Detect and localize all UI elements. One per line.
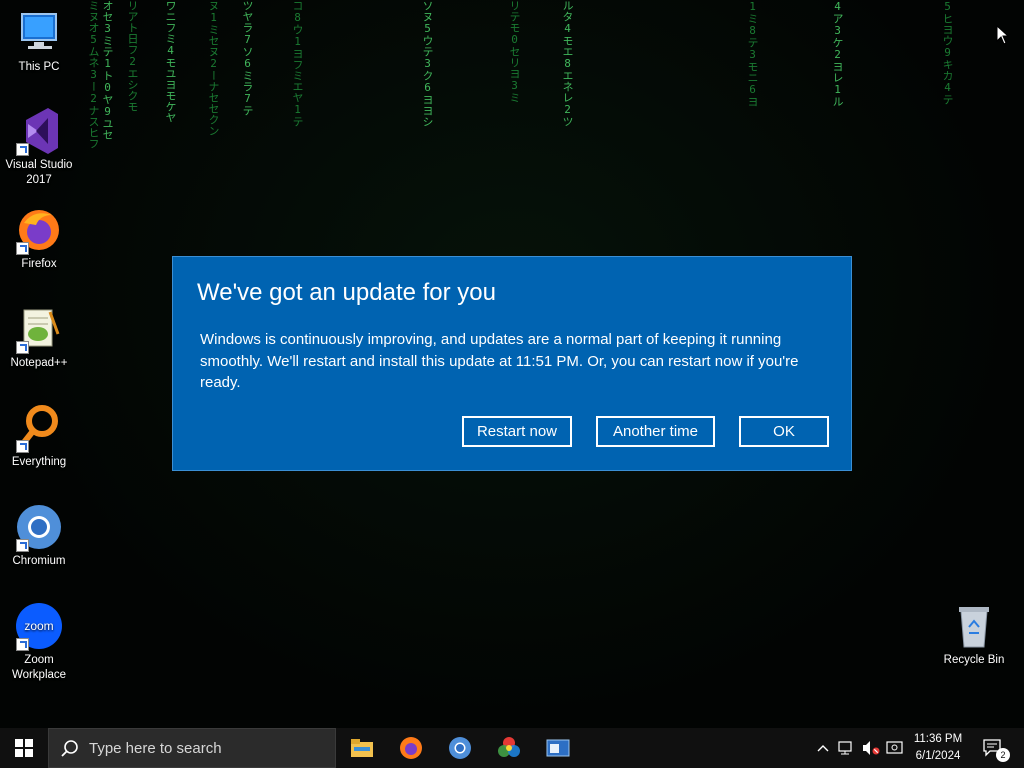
desktop: ミヌオ5ムネ3ー2ナスヒフ オセ3ミテ1ト0ヤ9ユセ リアト日フ2エシクモ ワニ…: [0, 0, 1024, 728]
network-status[interactable]: [836, 728, 858, 768]
shortcut-arrow-icon: [16, 440, 29, 453]
show-hidden-icons-button[interactable]: [814, 728, 832, 768]
desktop-icon-zoom[interactable]: zoom Zoom Workplace: [1, 601, 77, 683]
search-placeholder: Type here to search: [89, 740, 222, 757]
firefox-icon: [400, 737, 422, 759]
desktop-icon-this-pc[interactable]: This PC: [1, 8, 77, 75]
clock-date: 6/1/2024: [915, 750, 961, 762]
update-dialog: We've got an update for you Windows is c…: [172, 256, 852, 471]
tray-app[interactable]: [884, 728, 906, 768]
desktop-icon-label: Visual Studio 2017: [5, 159, 73, 186]
system-clock[interactable]: 11:36 PM 6/1/2024: [906, 731, 970, 765]
matrix-column: 1ミ8テ3モニ6ヨ: [746, 0, 759, 107]
desktop-icon-label: Chromium: [12, 555, 66, 567]
chevron-up-icon: [817, 745, 829, 752]
matrix-column: 4ア3ケ2ヨレ1ル: [831, 0, 844, 107]
shortcut-arrow-icon: [16, 242, 29, 255]
color-wheel-icon: [498, 737, 520, 757]
volume-muted-icon: [863, 741, 880, 755]
zoom-logo-text: zoom: [24, 619, 53, 633]
restart-now-button[interactable]: Restart now: [462, 416, 572, 447]
notification-badge: 2: [996, 748, 1010, 762]
taskbar-file-explorer[interactable]: [338, 728, 386, 768]
matrix-column: ワニフミ4モユヨモケヤ: [164, 0, 177, 123]
desktop-icon-everything[interactable]: Everything: [1, 403, 77, 470]
window-app-icon: [546, 739, 570, 757]
notepad-plus-plus-icon: [14, 304, 64, 354]
matrix-column: ヌ1ミセヌ2ーナセセクン: [207, 0, 220, 136]
dialog-title: We've got an update for you: [197, 279, 497, 306]
visual-studio-icon: [14, 106, 64, 156]
another-time-button[interactable]: Another time: [596, 416, 715, 447]
taskbar-chromium[interactable]: [436, 728, 484, 768]
matrix-column: リテモ0セリヨ3ミ: [508, 0, 521, 103]
ok-button[interactable]: OK: [739, 416, 829, 447]
matrix-column: ミヌオ5ムネ3ー2ナスヒフ: [87, 0, 100, 149]
taskbar: Type here to search 11:36 PM 6/1/2024 2: [0, 728, 1024, 768]
desktop-icon-label: Everything: [11, 456, 67, 468]
volume-status[interactable]: [860, 728, 882, 768]
chromium-icon: [449, 737, 471, 759]
shortcut-arrow-icon: [16, 539, 29, 552]
matrix-column: コ8ウ1ヨフミエヤ1テ: [291, 0, 304, 127]
desktop-icon-label: Firefox: [21, 258, 57, 270]
desktop-icon-visual-studio[interactable]: Visual Studio 2017: [1, 106, 77, 188]
mouse-cursor-icon: [996, 24, 1010, 49]
matrix-column: ソヌ5ウテ3ク6ヨヨシ: [421, 0, 434, 127]
shortcut-arrow-icon: [16, 638, 29, 651]
desktop-icon-label: Recycle Bin: [943, 654, 1005, 666]
start-button[interactable]: [0, 728, 48, 768]
everything-search-icon: [14, 403, 64, 453]
computer-icon: [14, 8, 64, 58]
firefox-icon: [14, 205, 64, 255]
matrix-column: ツヤラ7ソ6ミラ7テ: [241, 0, 254, 116]
network-icon: [838, 741, 852, 755]
desktop-icon-recycle-bin[interactable]: Recycle Bin: [936, 601, 1012, 668]
desktop-icon-label: This PC: [18, 61, 60, 73]
file-explorer-icon: [351, 739, 373, 757]
search-icon: [61, 740, 79, 762]
matrix-column: ルタ4モエ8エネレ2ツ: [561, 0, 574, 127]
taskbar-color-app[interactable]: [485, 728, 533, 768]
chromium-icon: [14, 502, 64, 552]
clock-time: 11:36 PM: [913, 733, 963, 745]
desktop-icon-label: Notepad++: [10, 357, 68, 369]
shortcut-arrow-icon: [16, 341, 29, 354]
desktop-icon-firefox[interactable]: Firefox: [1, 205, 77, 272]
desktop-icon-notepad-plus-plus[interactable]: Notepad++: [1, 304, 77, 371]
taskbar-search-box[interactable]: Type here to search: [48, 728, 336, 768]
desktop-icon-chromium[interactable]: Chromium: [1, 502, 77, 569]
dialog-message: Windows is continuously improving, and u…: [200, 331, 799, 391]
taskbar-window-app[interactable]: [534, 728, 582, 768]
matrix-column: リアト日フ2エシクモ: [126, 0, 139, 112]
shortcut-arrow-icon: [16, 143, 29, 156]
windows-logo-icon: [15, 739, 33, 757]
recycle-bin-icon: [949, 601, 999, 651]
matrix-column: オセ3ミテ1ト0ヤ9ユセ: [101, 0, 114, 140]
action-center-button[interactable]: 2: [978, 728, 1010, 768]
security-tray-icon: [886, 741, 903, 754]
zoom-icon: zoom: [14, 601, 64, 651]
desktop-icon-label: Zoom Workplace: [11, 654, 67, 681]
matrix-column: 5ヒヨウ9キカ4テ: [941, 0, 954, 105]
taskbar-firefox[interactable]: [387, 728, 435, 768]
